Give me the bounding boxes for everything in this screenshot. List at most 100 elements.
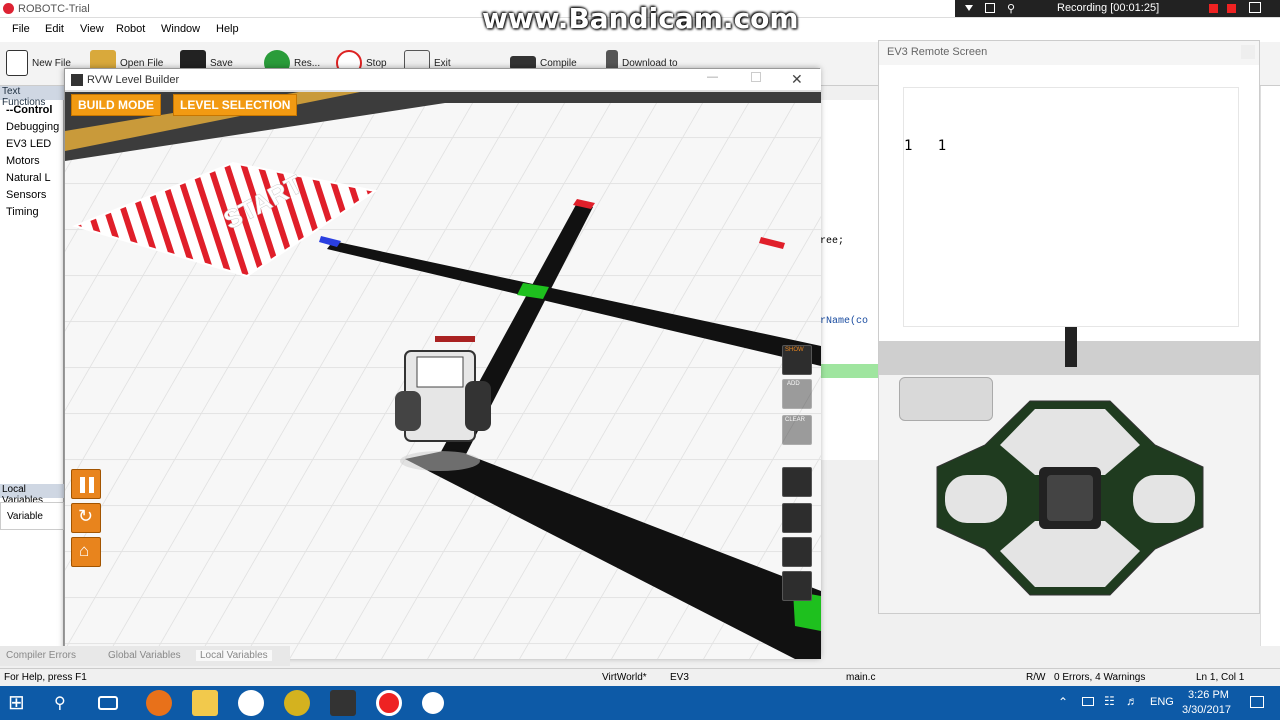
app-title: ROBOTC-Trial [18, 3, 90, 15]
level-selection-button[interactable]: LEVEL SELECTION [173, 94, 298, 116]
ev3-lcd-screen: 1 1 [903, 87, 1239, 327]
battery-icon[interactable] [1082, 697, 1094, 706]
bandicam-icon[interactable] [376, 690, 402, 716]
tab-local-variables[interactable]: Local Variables [196, 650, 272, 661]
tree-item-motors[interactable]: Motors [6, 155, 40, 167]
lcd-text: 1 1 [904, 138, 947, 154]
local-vars-header: Local Variables [0, 484, 64, 506]
camera-icon[interactable] [1249, 2, 1261, 13]
app-icon-2[interactable] [284, 690, 310, 716]
editor-scrollbar[interactable] [1260, 86, 1280, 646]
camera-3-button[interactable] [782, 537, 812, 567]
code-line: ree; [820, 236, 845, 247]
tray-chevron-icon[interactable]: ⌃ [1058, 695, 1068, 709]
watermark: www.Bandicam.com [482, 2, 799, 35]
close-button[interactable]: ✕ [791, 71, 803, 88]
current-line-highlight [820, 364, 880, 378]
language-indicator[interactable]: ENG [1150, 696, 1174, 708]
new-file-icon [6, 50, 28, 76]
menu-view[interactable]: View [80, 23, 104, 35]
notification-icon[interactable] [1250, 696, 1264, 708]
reset-button[interactable]: ↻ [71, 503, 101, 533]
app-icon-1[interactable] [238, 690, 264, 716]
tree-item-debugging[interactable]: Debugging [6, 121, 59, 133]
dpad [936, 400, 1204, 596]
menu-window[interactable]: Window [161, 23, 200, 35]
tree-item-sensors[interactable]: Sensors [6, 189, 46, 201]
status-platform: EV3 [670, 672, 689, 683]
code-editor[interactable]: ree; rName(co [820, 100, 880, 460]
ev3-remote-window: EV3 Remote Screen 1 1 [878, 40, 1260, 614]
status-world: VirtWorld* [602, 672, 647, 683]
reset-icon: ↻ [78, 506, 94, 526]
rvw-icon [71, 74, 83, 86]
app-icon-3[interactable] [422, 692, 444, 714]
rvw-window: RVW Level Builder — ✕ START BUILD MODE L… [64, 68, 821, 659]
ev3-brick-buttons [879, 327, 1259, 613]
menu-edit[interactable]: Edit [45, 23, 64, 35]
tree-item-ev3-led[interactable]: EV3 LED [6, 138, 51, 150]
menu-robot[interactable]: Robot [116, 23, 145, 35]
menu-file[interactable]: File [12, 23, 30, 35]
build-mode-button[interactable]: BUILD MODE [71, 94, 161, 116]
clear-button[interactable]: CLEAR [782, 415, 812, 445]
right-button [1133, 475, 1195, 523]
clock-time[interactable]: 3:26 PM [1188, 689, 1229, 701]
rvw-title: RVW Level Builder [87, 74, 180, 86]
minimize-button[interactable]: — [707, 71, 718, 83]
task-view-icon[interactable] [98, 696, 118, 710]
stop-record-icon[interactable] [1227, 4, 1236, 13]
robotc-icon[interactable] [330, 690, 356, 716]
robot-view-button[interactable] [782, 571, 812, 601]
show-button[interactable]: SHOW [782, 345, 812, 375]
file-explorer-icon[interactable] [192, 690, 218, 716]
ev3-close-button[interactable] [1241, 45, 1255, 59]
status-position: Ln 1, Col 1 [1196, 672, 1245, 683]
taskbar: ⊞ ⚲ ⌃ ☷ ♬ ENG 3:26 PM 3/30/2017 [0, 686, 1280, 720]
home-button[interactable]: ⌂ [71, 537, 101, 567]
ev3-title-bar: EV3 Remote Screen [879, 41, 1259, 65]
search-icon[interactable]: ⚲ [54, 693, 80, 719]
new-file-button[interactable]: New File [6, 42, 71, 84]
add-button[interactable]: ADD [782, 379, 812, 409]
window-icon[interactable] [985, 3, 995, 13]
brick-cable [1065, 327, 1077, 367]
tree-item-timing[interactable]: Timing [6, 206, 39, 218]
camera-2-button[interactable] [782, 503, 812, 533]
variable-column-header[interactable]: Variable [0, 502, 64, 530]
rvw-title-bar: RVW Level Builder — ✕ [65, 69, 821, 91]
search-icon[interactable]: ⚲ [1007, 2, 1015, 15]
left-button [945, 475, 1007, 523]
menu-help[interactable]: Help [216, 23, 239, 35]
maximize-button[interactable] [751, 72, 761, 82]
firefox-icon[interactable] [146, 690, 172, 716]
status-errors: 0 Errors, 4 Warnings [1054, 672, 1146, 683]
status-bar: For Help, press F1 VirtWorld* EV3 main.c… [0, 668, 1280, 686]
pause-button[interactable] [71, 469, 101, 499]
windows-start-icon[interactable]: ⊞ [8, 690, 34, 716]
volume-icon[interactable]: ♬ [1126, 694, 1138, 708]
dropdown-icon[interactable] [965, 5, 973, 11]
recording-time: Recording [00:01:25] [1057, 2, 1160, 14]
panel-header: Text Functions [0, 86, 64, 108]
record-icon[interactable] [1209, 4, 1218, 13]
tree-item-natural-language[interactable]: Natural L [6, 172, 51, 184]
status-file: main.c [846, 672, 876, 683]
help-hint: For Help, press F1 [4, 672, 87, 683]
simulation-viewport[interactable]: START BUILD MODE LEVEL SELECTION SHOW AD… [65, 91, 821, 659]
ev3-title: EV3 Remote Screen [887, 46, 988, 58]
bottom-tabs: Compiler Errors Global Variables Local V… [0, 646, 290, 666]
recording-bar: ⚲ Recording [00:01:25] [955, 0, 1280, 17]
robotc-logo-icon [3, 3, 14, 14]
functions-panel: Text Functions --Control Debugging EV3 L… [0, 86, 64, 646]
clock-date[interactable]: 3/30/2017 [1182, 704, 1231, 716]
scene-graphic: START [65, 91, 821, 659]
home-icon: ⌂ [79, 541, 90, 560]
tab-global-variables[interactable]: Global Variables [108, 650, 181, 661]
tree-item-control[interactable]: --Control [6, 104, 52, 116]
camera-1-button[interactable] [782, 467, 812, 497]
status-rw: R/W [1026, 672, 1046, 683]
code-line: rName(co [820, 316, 869, 327]
wifi-icon[interactable]: ☷ [1104, 694, 1115, 708]
tab-compiler-errors[interactable]: Compiler Errors [6, 650, 76, 661]
